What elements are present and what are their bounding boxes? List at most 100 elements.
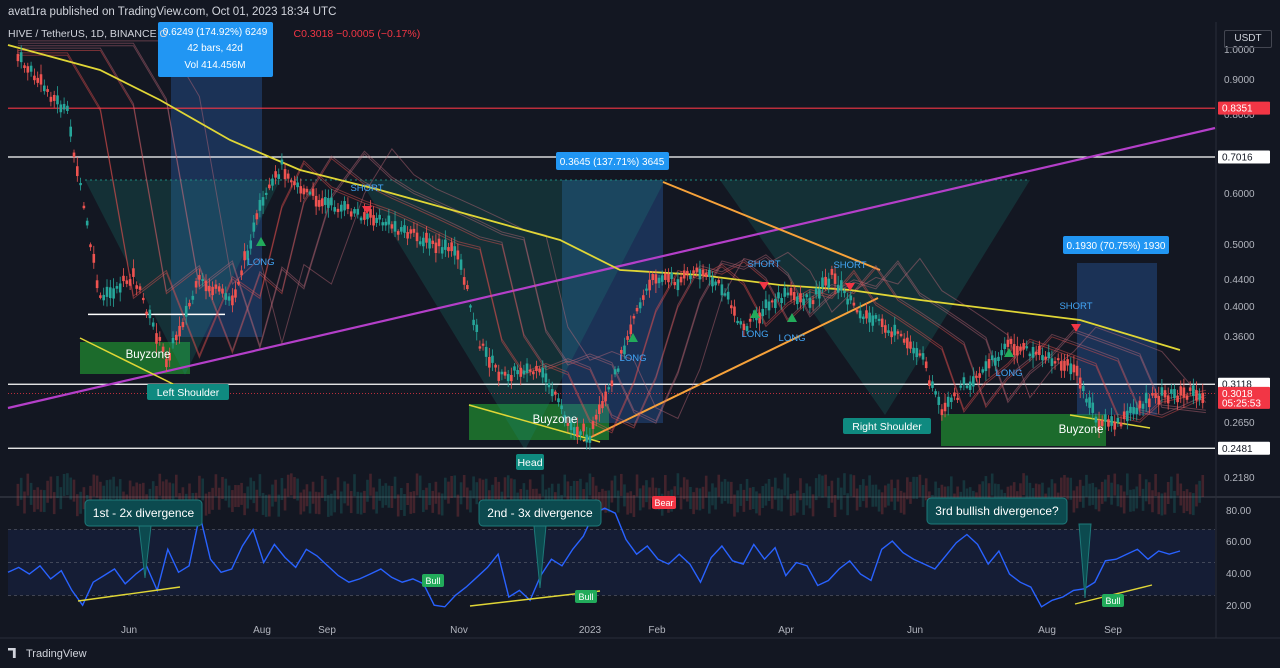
- volume-bar: [246, 486, 249, 509]
- volume-bar: [36, 487, 39, 510]
- candle-body: [208, 285, 211, 292]
- volume-bar: [689, 486, 692, 509]
- candle-body: [906, 337, 909, 349]
- candle-body: [591, 421, 595, 429]
- volume-bar: [227, 485, 231, 508]
- candle-body: [333, 207, 336, 212]
- candle-body: [726, 291, 730, 300]
- candle-body: [1182, 387, 1186, 398]
- volume-bar: [271, 484, 274, 507]
- candle-body: [1078, 377, 1082, 389]
- candle-body: [714, 281, 717, 286]
- candle-body: [494, 364, 497, 368]
- ohlc-open: O: [159, 28, 168, 40]
- candle-body: [484, 346, 488, 357]
- candle-body: [1185, 395, 1189, 400]
- volume-bar: [1088, 483, 1091, 506]
- volume-bar: [1188, 492, 1192, 515]
- tradingview-logo[interactable]: TradingView: [8, 648, 87, 660]
- price-axis-label: 0.3600: [1224, 332, 1255, 343]
- candle-body: [554, 391, 557, 395]
- candle-body: [491, 355, 494, 363]
- candle-body: [227, 296, 231, 301]
- candle-body: [308, 191, 312, 195]
- volume-bar: [165, 479, 168, 502]
- candle-body: [1195, 390, 1198, 401]
- candle-body: [1031, 346, 1035, 358]
- volume-bar: [69, 477, 72, 500]
- volume-bar: [701, 486, 705, 509]
- volume-bar: [1100, 481, 1104, 504]
- volume-bar: [356, 491, 360, 514]
- volume-bar: [588, 473, 592, 496]
- volume-bar: [1072, 490, 1076, 513]
- time-axis-label: Jun: [907, 625, 923, 636]
- candle-body: [375, 217, 378, 223]
- volume-bar: [918, 474, 922, 497]
- volume-bar: [849, 474, 853, 497]
- candle-body: [818, 288, 821, 299]
- candle-body: [1069, 363, 1073, 375]
- candle-body: [532, 371, 535, 375]
- candle-body: [1122, 411, 1126, 420]
- candle-body: [122, 275, 125, 282]
- candle-body: [434, 242, 438, 254]
- volume-bar: [503, 477, 507, 500]
- volume-bar: [887, 483, 890, 506]
- rsi-axis-label: 20.00: [1226, 601, 1251, 612]
- candle-body: [481, 343, 485, 346]
- long-signal-label: LONG: [779, 333, 806, 344]
- divergence-callout-1: 1st - 2x divergence: [93, 506, 195, 520]
- candle-body: [503, 371, 507, 376]
- volume-bar: [1141, 488, 1145, 511]
- short-signal-label: SHORT: [1059, 301, 1092, 312]
- volume-bar: [428, 483, 431, 506]
- volume-bar: [349, 491, 353, 514]
- volume-bar: [884, 485, 887, 508]
- candle-body: [940, 409, 944, 416]
- candle-body: [865, 310, 868, 319]
- volume-bar: [984, 476, 988, 499]
- volume-bar: [274, 479, 277, 502]
- candle-body: [132, 268, 135, 277]
- candle-body: [1038, 345, 1041, 355]
- candle-body: [783, 287, 787, 297]
- volume-bar: [240, 482, 243, 505]
- volume-bar: [231, 490, 234, 513]
- candle-body: [1082, 386, 1085, 391]
- volume-bar: [1138, 474, 1142, 497]
- volume-bar: [601, 488, 604, 511]
- candle-body: [1173, 389, 1176, 399]
- candle-body: [1107, 419, 1110, 427]
- candle-body: [378, 214, 381, 220]
- volume-bar: [1063, 475, 1066, 498]
- candle-body: [343, 201, 346, 211]
- candle-body: [827, 278, 831, 288]
- bull-label: Bull: [425, 576, 440, 586]
- volume-bar: [736, 490, 739, 513]
- symbol-legend[interactable]: HIVE / TetherUS, 1D, BINANCE O C0.3018 −…: [8, 28, 420, 40]
- candle-body: [701, 269, 705, 277]
- candle-body: [406, 232, 409, 239]
- candle-body: [698, 268, 702, 280]
- candle-body: [1104, 414, 1107, 422]
- volume-bar: [390, 485, 394, 508]
- candle-body: [466, 285, 469, 290]
- volume-bar: [818, 474, 821, 497]
- currency-button[interactable]: USDT: [1224, 30, 1272, 48]
- volume-bar: [393, 476, 397, 499]
- volume-bar: [865, 485, 868, 508]
- measure-tooltip-1-volume: Vol 414.456M: [184, 60, 245, 71]
- volume-bar: [466, 487, 469, 510]
- volume-bar: [494, 477, 497, 500]
- volume-bar: [369, 473, 372, 496]
- candle-body: [52, 94, 56, 101]
- buyzone-1-label: Buyzone: [126, 349, 171, 361]
- volume-bar: [1166, 482, 1170, 505]
- candle-body: [283, 169, 287, 180]
- volume-bar: [742, 489, 746, 512]
- volume-bar: [1078, 479, 1082, 502]
- candle-body: [849, 295, 853, 301]
- measure-tooltip-3-text: 0.1930 (70.75%) 1930: [1067, 241, 1166, 252]
- candle-body: [1025, 346, 1029, 349]
